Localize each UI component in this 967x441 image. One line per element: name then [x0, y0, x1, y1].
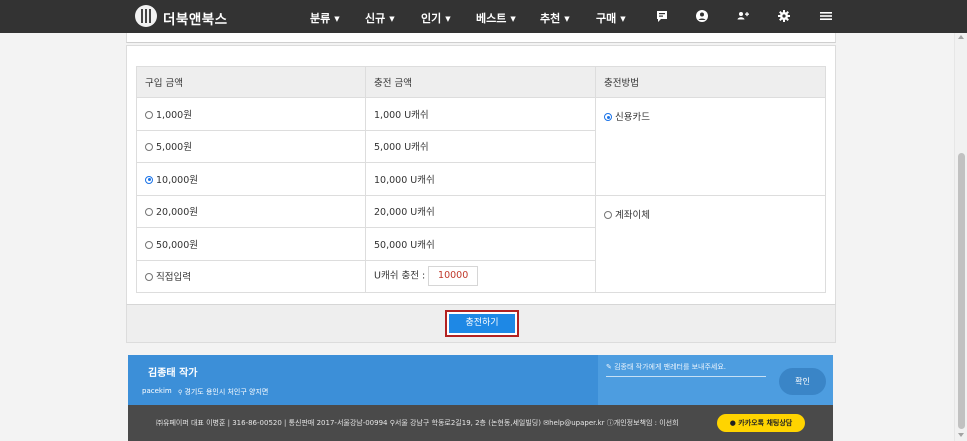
- site-footer: ㈜유페이퍼 대표 이병훈 | 316-86-00520 | 통신판매 2017-…: [128, 405, 833, 441]
- header-charge-amount: 충전 금액: [365, 66, 596, 98]
- pencil-icon: ✎: [606, 363, 615, 371]
- radio-button[interactable]: [145, 273, 153, 282]
- header-charge-method: 충전방법: [595, 66, 826, 98]
- fan-letter-input[interactable]: ✎ 김종태 작가에게 팬레터를 보내주세요.: [606, 362, 766, 377]
- nav-item-best[interactable]: 베스트 ▼: [476, 10, 516, 26]
- amount-option[interactable]: 50,000원: [136, 227, 366, 261]
- method-option-transfer[interactable]: 계좌이체: [595, 194, 826, 293]
- amount-option[interactable]: 5,000원: [136, 129, 366, 163]
- nav-item-category[interactable]: 분류 ▼: [310, 10, 340, 26]
- nav-item-recommend[interactable]: 추천 ▼: [540, 10, 570, 26]
- radio-button[interactable]: [145, 143, 153, 152]
- page-scrollbar[interactable]: [954, 33, 967, 441]
- radio-button[interactable]: [145, 208, 153, 217]
- chevron-down-icon: ▼: [334, 15, 340, 23]
- charge-value: 1,000 U캐쉬: [365, 97, 596, 131]
- charge-value: 50,000 U캐쉬: [365, 227, 596, 261]
- kakao-chat-button[interactable]: ● 카카오톡 채팅상담: [717, 414, 805, 432]
- location-icon: ⚲: [178, 389, 183, 396]
- chevron-down-icon: ▼: [445, 15, 451, 23]
- author-location: ⚲ 경기도 용인시 처인구 양지면: [178, 388, 269, 396]
- table-row: 20,000원 20,000 U캐쉬 계좌이체: [136, 194, 826, 293]
- gear-icon[interactable]: [777, 9, 791, 23]
- method-option-card[interactable]: 신용카드: [595, 97, 826, 196]
- radio-button[interactable]: [145, 110, 153, 119]
- charge-value: 5,000 U캐쉬: [365, 129, 596, 163]
- table-row: 1,000원 1,000 U캐쉬 신용카드: [136, 97, 826, 196]
- nav-item-new[interactable]: 신규 ▼: [365, 10, 395, 26]
- amount-option[interactable]: 10,000원: [136, 162, 366, 196]
- author-name[interactable]: 김종태 작가: [148, 364, 197, 379]
- menu-icon[interactable]: [819, 9, 833, 23]
- scroll-thumb[interactable]: [958, 153, 965, 429]
- users-icon[interactable]: [736, 9, 750, 23]
- author-info: 김종태 작가 pacekim ⚲ 경기도 용인시 처인구 양지면: [128, 355, 598, 405]
- scroll-down-icon[interactable]: [958, 433, 964, 437]
- info-icon: ⓘ: [606, 419, 614, 427]
- charge-button-highlight[interactable]: 충전하기: [445, 310, 519, 337]
- radio-button-selected[interactable]: [145, 175, 153, 184]
- chevron-down-icon: ▼: [564, 15, 570, 23]
- chat-bubble-icon: ●: [729, 419, 739, 427]
- author-id: pacekim: [142, 387, 172, 395]
- chevron-down-icon: ▼: [389, 15, 395, 23]
- charge-value: 10,000 U캐쉬: [365, 162, 596, 196]
- confirm-button[interactable]: 확인: [779, 368, 826, 395]
- card-top-edge: [126, 33, 836, 43]
- nav-item-popular[interactable]: 인기 ▼: [421, 10, 451, 26]
- chevron-down-icon: ▼: [620, 15, 626, 23]
- logo-icon[interactable]: [135, 5, 157, 27]
- chat-icon[interactable]: [655, 9, 669, 23]
- scroll-up-icon[interactable]: [958, 35, 964, 39]
- direct-amount-input[interactable]: 10000: [428, 266, 479, 287]
- direct-input-label: U캐쉬 충전 :: [374, 270, 426, 282]
- amount-option[interactable]: 20,000원: [136, 194, 366, 228]
- amount-option[interactable]: 직접입력: [136, 259, 366, 293]
- author-band: 김종태 작가 pacekim ⚲ 경기도 용인시 처인구 양지면 ✎ 김종태 작가…: [128, 355, 833, 405]
- charge-button[interactable]: 충전하기: [449, 314, 515, 333]
- footer-info: ㈜유페이퍼 대표 이병훈 | 316-86-00520 | 통신판매 2017-…: [156, 419, 679, 427]
- radio-button[interactable]: [604, 210, 612, 219]
- charge-table: 구입 금액 충전 금액 충전방법 1,000원 1,000 U캐쉬 신용카드 5…: [136, 66, 826, 293]
- nav-item-purchase[interactable]: 구매 ▼: [596, 10, 626, 26]
- radio-button-selected[interactable]: [604, 113, 612, 121]
- brand-name[interactable]: 더북앤북스: [163, 8, 228, 28]
- chevron-down-icon: ▼: [510, 15, 516, 23]
- amount-option[interactable]: 1,000원: [136, 97, 366, 131]
- top-navbar: 더북앤북스 분류 ▼ 신규 ▼ 인기 ▼ 베스트 ▼ 추천 ▼ 구매 ▼: [0, 0, 967, 33]
- charge-value: 20,000 U캐쉬: [365, 194, 596, 228]
- direct-input-cell: U캐쉬 충전 :10000: [365, 259, 596, 293]
- user-icon[interactable]: [695, 9, 709, 23]
- header-purchase-amount: 구입 금액: [136, 66, 366, 98]
- radio-button[interactable]: [145, 240, 153, 249]
